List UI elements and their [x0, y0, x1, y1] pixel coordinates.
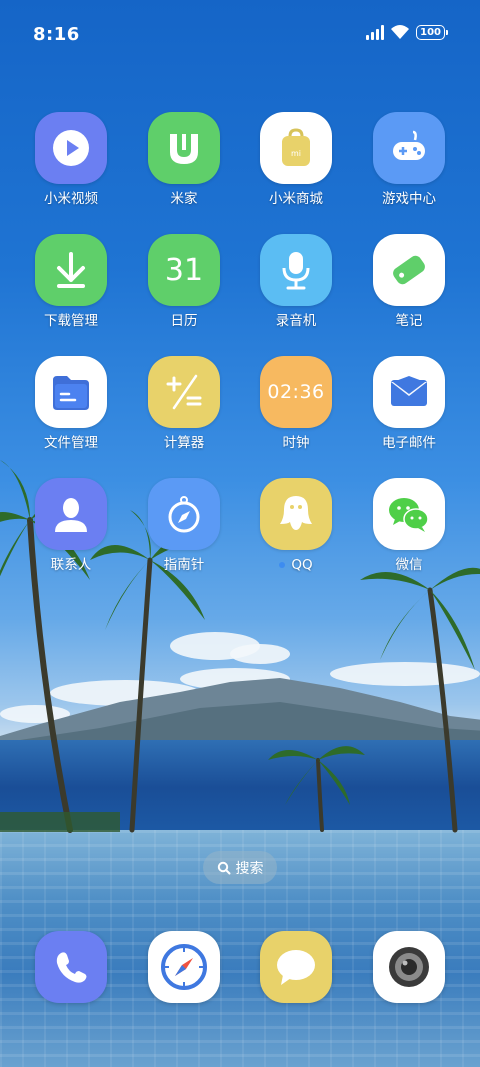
app-download-manager[interactable]: 下载管理 — [21, 234, 121, 329]
app-label: 小米视频 — [44, 191, 98, 207]
wifi-icon — [391, 25, 410, 39]
app-mijia[interactable]: 米家 — [134, 112, 234, 207]
app-file-manager[interactable]: 文件管理 — [21, 356, 121, 451]
calendar-icon: 31 — [148, 234, 220, 306]
app-label: 录音机 — [275, 313, 317, 329]
app-label: 电子邮件 — [382, 435, 436, 451]
app-label: 米家 — [170, 191, 198, 207]
app-label: 下载管理 — [44, 313, 98, 329]
app-game-center[interactable]: 游戏中心 — [359, 112, 459, 207]
dock-messages-button[interactable] — [260, 931, 332, 1003]
gamepad-icon — [373, 112, 445, 184]
app-label: 文件管理 — [44, 435, 98, 451]
app-qq[interactable]: QQ — [246, 478, 346, 573]
app-label: QQ — [291, 557, 313, 573]
app-label: 指南针 — [163, 557, 205, 573]
play-icon — [35, 112, 107, 184]
phone-icon — [56, 952, 87, 983]
app-label: 笔记 — [395, 313, 423, 329]
status-time: 8:16 — [33, 24, 80, 45]
shopping-bag-icon: mi — [260, 112, 332, 184]
app-calendar[interactable]: 31 日历 — [134, 234, 234, 329]
download-arrow-icon — [35, 234, 107, 306]
app-label: 时钟 — [282, 435, 310, 451]
qq-penguin-icon — [260, 478, 332, 550]
dock-browser-button[interactable] — [148, 931, 220, 1003]
camera-lens-icon — [389, 947, 429, 987]
clock-icon: 02:36 — [260, 356, 332, 428]
search-label: 搜索 — [235, 860, 264, 877]
app-xiaomi-store[interactable]: mi 小米商城 — [246, 112, 346, 207]
app-compass[interactable]: 指南针 — [134, 478, 234, 573]
note-tag-icon — [373, 234, 445, 306]
app-label: 小米商城 — [269, 191, 323, 207]
wechat-icon — [373, 478, 445, 550]
search-icon — [217, 861, 230, 874]
app-xiaomi-video[interactable]: 小米视频 — [21, 112, 121, 207]
app-calculator[interactable]: 计算器 — [134, 356, 234, 451]
microphone-icon — [260, 234, 332, 306]
app-label: 计算器 — [163, 435, 205, 451]
svg-text:mi: mi — [291, 149, 301, 158]
app-notes[interactable]: 笔记 — [359, 234, 459, 329]
app-contacts[interactable]: 联系人 — [21, 478, 121, 573]
mijia-icon — [148, 112, 220, 184]
app-wechat[interactable]: 微信 — [359, 478, 459, 573]
battery-icon: 100 — [416, 24, 448, 40]
signal-icon — [366, 24, 385, 40]
person-icon — [35, 478, 107, 550]
app-clock[interactable]: 02:36 时钟 — [246, 356, 346, 451]
browser-compass-icon — [161, 944, 207, 990]
clock-time: 02:36 — [267, 381, 325, 403]
app-email[interactable]: 电子邮件 — [359, 356, 459, 451]
app-label: 微信 — [395, 557, 423, 573]
app-label-wrap: QQ — [246, 557, 346, 573]
app-recorder[interactable]: 录音机 — [246, 234, 346, 329]
folder-icon — [35, 356, 107, 428]
dock-phone-button[interactable] — [35, 931, 107, 1003]
calendar-date: 31 — [164, 252, 204, 288]
new-indicator-dot — [279, 562, 286, 568]
battery-level: 100 — [416, 24, 445, 40]
search-button[interactable]: 搜索 — [203, 851, 277, 884]
status-icons: 100 — [366, 24, 448, 40]
envelope-icon — [373, 356, 445, 428]
app-label: 游戏中心 — [382, 191, 436, 207]
message-bubble-icon — [277, 950, 315, 985]
status-bar: 8:16 100 — [0, 0, 480, 68]
app-label: 联系人 — [50, 557, 92, 573]
calculator-icon — [148, 356, 220, 428]
dock-camera-button[interactable] — [373, 931, 445, 1003]
compass-icon — [148, 478, 220, 550]
app-label: 日历 — [170, 313, 198, 329]
